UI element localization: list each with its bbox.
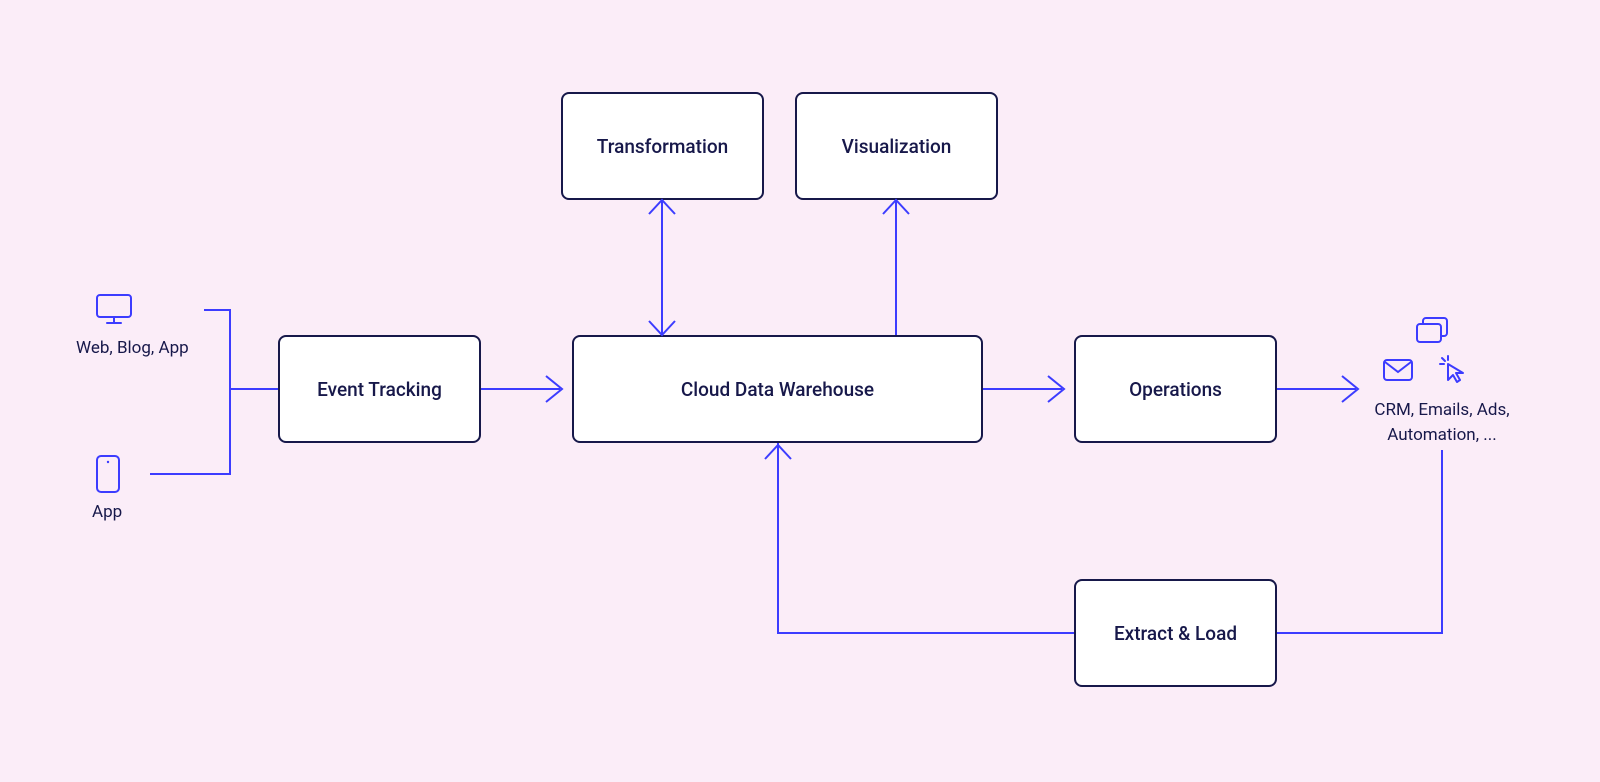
envelope-icon <box>1382 358 1414 386</box>
destination-label-line2: Automation, ... <box>1387 425 1496 445</box>
node-event-tracking: Event Tracking <box>278 335 481 443</box>
node-warehouse-label: Cloud Data Warehouse <box>681 378 874 401</box>
node-warehouse: Cloud Data Warehouse <box>572 335 983 443</box>
node-transformation-label: Transformation <box>597 135 728 158</box>
phone-icon <box>95 454 121 498</box>
source-web-label: Web, Blog, App <box>76 336 189 361</box>
monitor-icon <box>95 293 133 331</box>
node-operations: Operations <box>1074 335 1277 443</box>
destination-label: CRM, Emails, Ads, Automation, ... <box>1362 398 1522 447</box>
node-transformation: Transformation <box>561 92 764 200</box>
node-operations-label: Operations <box>1129 378 1222 401</box>
node-event-tracking-label: Event Tracking <box>317 378 442 401</box>
node-visualization: Visualization <box>795 92 998 200</box>
source-app-label: App <box>92 500 122 525</box>
cursor-click-icon <box>1438 354 1470 390</box>
node-extract-load-label: Extract & Load <box>1114 622 1237 645</box>
node-extract-load: Extract & Load <box>1074 579 1277 687</box>
destination-label-line1: CRM, Emails, Ads, <box>1374 400 1509 420</box>
node-visualization-label: Visualization <box>842 135 952 158</box>
card-stack-icon <box>1415 316 1449 348</box>
